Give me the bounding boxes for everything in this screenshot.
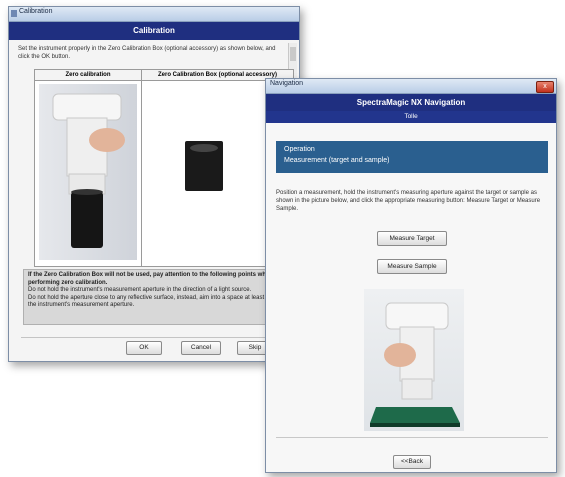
column-header-zero-calibration: Zero calibration xyxy=(35,70,142,81)
app-icon xyxy=(11,10,17,17)
warning-line-1: Do not hold the instrument's measurement… xyxy=(28,287,252,293)
warning-title: If the Zero Calibration Box will not be … xyxy=(28,272,274,286)
calibration-instruction: Set the instrument properly in the Zero … xyxy=(18,46,276,60)
measure-sample-button[interactable]: Measure Sample xyxy=(377,259,447,274)
calibration-window: Calibration Calibration Set the instrume… xyxy=(8,6,300,362)
close-icon[interactable]: x xyxy=(536,81,554,93)
navigation-subheader: Tolle xyxy=(266,111,556,123)
warning-line-2: Do not hold the aperture close to any re… xyxy=(28,294,288,309)
navigation-instruction: Position a measurement, hold the instrum… xyxy=(276,190,541,212)
ok-button[interactable]: OK xyxy=(126,341,162,355)
back-button[interactable]: <<Back xyxy=(393,455,431,469)
operation-title: Operation xyxy=(284,146,315,153)
navigation-titlebar[interactable]: Navigation x xyxy=(266,79,556,94)
scrollbar-thumb[interactable] xyxy=(290,47,296,61)
calibration-window-title: Calibration xyxy=(19,8,53,15)
operation-subtitle: Measurement (target and sample) xyxy=(284,157,390,164)
calibration-box-photo xyxy=(185,141,223,191)
navigation-header: SpectraMagic NX Navigation xyxy=(266,94,556,111)
calibration-table: Zero calibration Zero Calibration Box (o… xyxy=(34,69,294,267)
measure-target-button[interactable]: Measure Target xyxy=(377,231,447,246)
cancel-button[interactable]: Cancel xyxy=(181,341,221,355)
navigation-window-title: Navigation xyxy=(270,80,304,87)
zero-calibration-photo xyxy=(39,84,137,260)
navigation-window: Navigation x SpectraMagic NX Navigation … xyxy=(265,78,557,473)
calibration-titlebar[interactable]: Calibration xyxy=(9,7,299,22)
measurement-photo xyxy=(364,289,464,431)
calibration-header: Calibration xyxy=(9,22,299,40)
calibration-warning: If the Zero Calibration Box will not be … xyxy=(23,269,295,325)
operation-box: Operation Measurement (target and sample… xyxy=(276,141,548,173)
